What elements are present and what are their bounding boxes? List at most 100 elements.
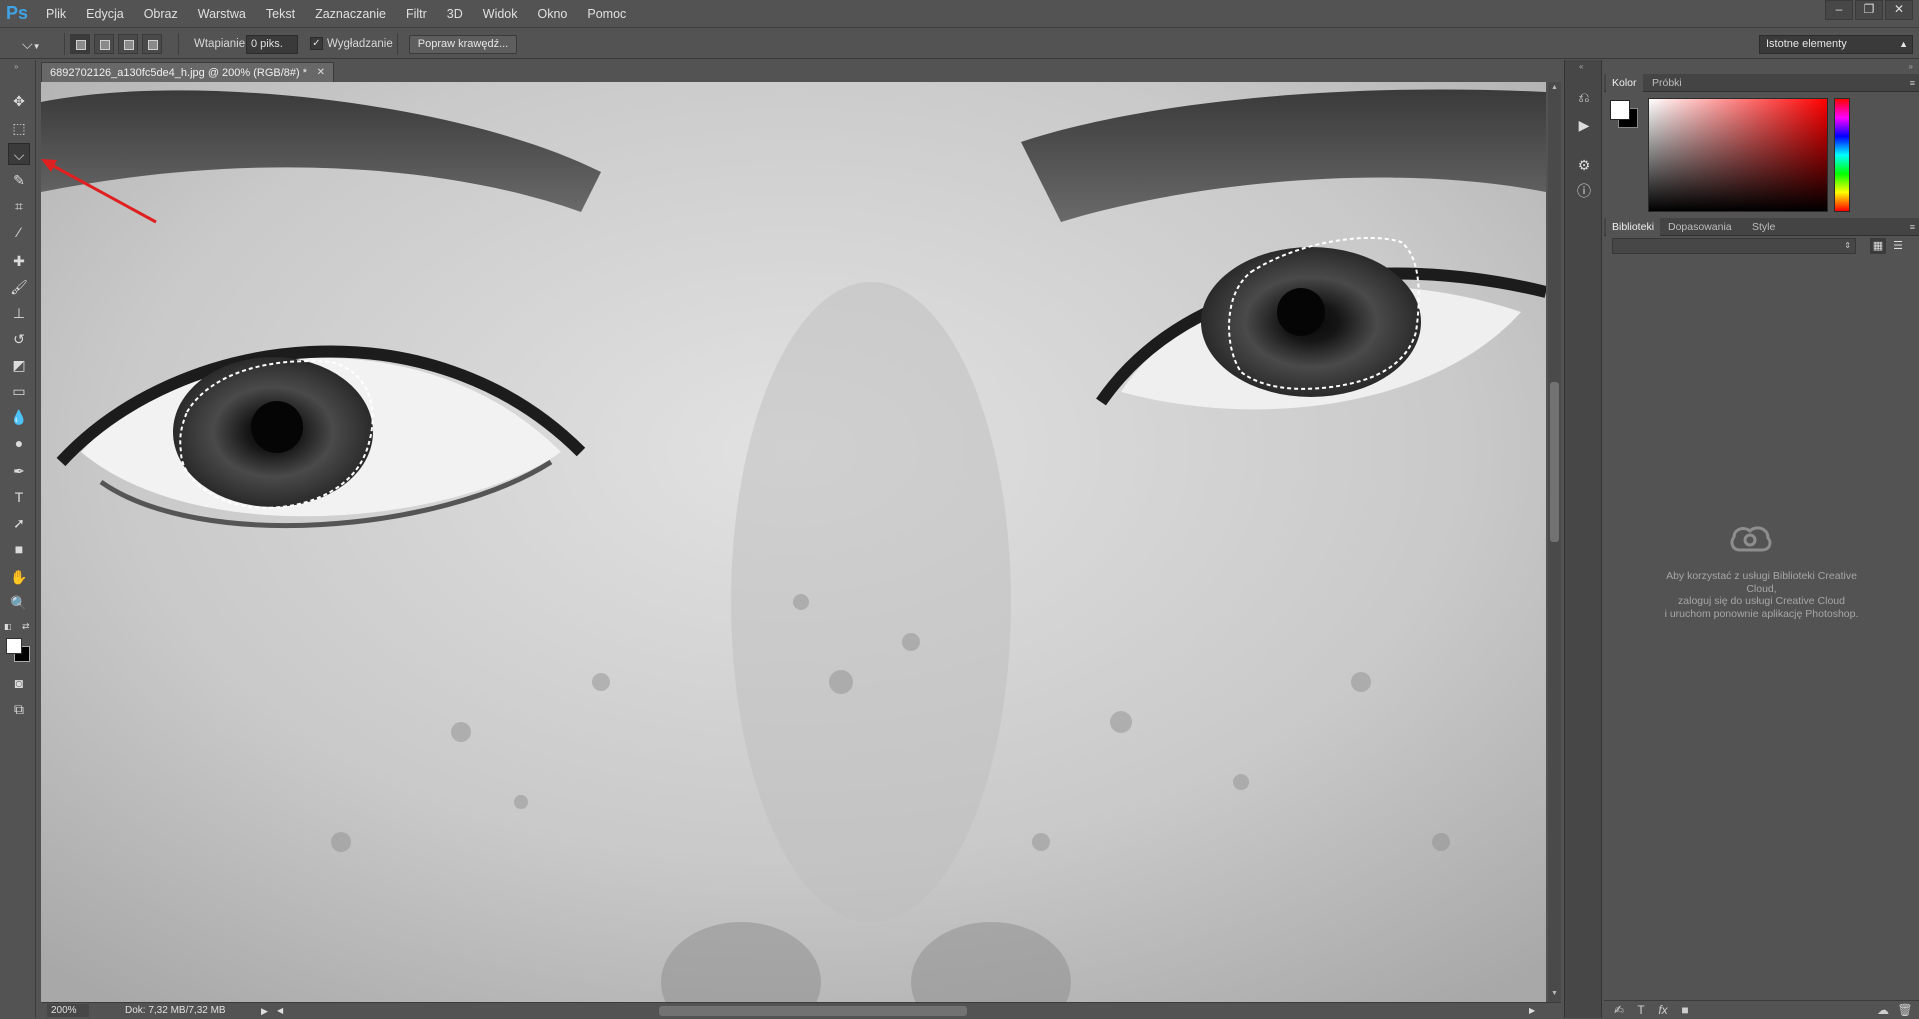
history-icon[interactable]: ⎌ [1573, 86, 1595, 108]
polygonal-lasso-tool-icon[interactable]: ⌵ [8, 143, 30, 165]
swap-colors-icon[interactable]: ⇄ [22, 621, 32, 631]
panel-menu-icon[interactable]: ≡ [1910, 74, 1915, 92]
add-to-selection-button[interactable] [94, 34, 114, 54]
close-tab-icon[interactable]: ✕ [317, 63, 325, 83]
hand-tool-icon[interactable]: ✋ [8, 566, 30, 588]
brush-tool-icon[interactable]: 🖌 [8, 276, 30, 298]
tab-adjustments[interactable]: Dopasowania [1662, 218, 1738, 236]
creative-cloud-icon [1728, 522, 1772, 552]
trash-icon[interactable]: 🗑 [1896, 1001, 1914, 1019]
menu-window[interactable]: Okno [538, 7, 568, 21]
gradient-tool-icon[interactable]: ▭ [8, 380, 30, 402]
menu-help[interactable]: Pomoc [587, 7, 626, 21]
move-tool-icon[interactable]: ✥ [8, 90, 30, 112]
foreground-color-swatch[interactable] [6, 638, 22, 654]
collapse-icon[interactable]: » [14, 62, 18, 71]
feather-input[interactable]: 0 piks. [246, 35, 298, 54]
healing-brush-tool-icon[interactable]: ✚ [8, 250, 30, 272]
new-selection-button[interactable] [70, 34, 90, 54]
zoom-field[interactable]: 200% [47, 1004, 89, 1017]
tab-styles[interactable]: Style [1746, 218, 1781, 236]
screen-mode-icon[interactable]: ⧉ [8, 698, 30, 720]
scroll-right-icon[interactable]: ▶ [1529, 1003, 1535, 1019]
color-panel [1604, 92, 1919, 232]
scroll-up-icon[interactable]: ▲ [1551, 84, 1558, 91]
menu-bar: Ps Plik Edycja Obraz Warstwa Tekst Zazna… [0, 0, 1919, 28]
document-canvas[interactable] [41, 82, 1546, 1002]
chevron-down-icon: ▼ [32, 42, 41, 51]
status-menu-icon[interactable]: ▶ [261, 1003, 268, 1019]
blur-tool-icon[interactable]: 💧 [8, 406, 30, 428]
intersect-selection-button[interactable] [142, 34, 162, 54]
minimize-icon[interactable]: – [1825, 0, 1853, 20]
scroll-down-icon[interactable]: ▼ [1551, 990, 1558, 997]
quick-selection-tool-icon[interactable]: ✎ [8, 169, 30, 191]
tool-preset-picker[interactable]: ⌵▼ [22, 34, 56, 54]
add-layer-style-icon[interactable]: fx [1654, 1001, 1672, 1019]
menu-3d[interactable]: 3D [447, 7, 463, 21]
menu-view[interactable]: Widok [483, 7, 518, 21]
hue-slider[interactable] [1834, 98, 1850, 212]
restore-icon[interactable]: ❐ [1855, 0, 1883, 20]
feather-label: Wtapianie: [194, 38, 249, 50]
antialias-checkbox[interactable]: ✓ [310, 37, 323, 50]
document-tab[interactable]: 6892702126_a130fc5de4_h.jpg @ 200% (RGB/… [41, 62, 334, 82]
panel-dock: « ⎌ ▶ ⚙ ⓘ [1564, 60, 1602, 1018]
subtract-from-selection-button[interactable] [118, 34, 138, 54]
tab-libraries[interactable]: Biblioteki [1606, 218, 1661, 236]
crop-tool-icon[interactable]: ⌗ [8, 195, 30, 217]
library-select[interactable]: ⇕ [1612, 238, 1856, 254]
vertical-scroll-thumb[interactable] [1550, 382, 1559, 542]
path-selection-tool-icon[interactable]: ➚ [8, 512, 30, 534]
grid-view-icon[interactable]: ▦ [1870, 238, 1886, 254]
type-tool-icon[interactable]: T [8, 486, 30, 508]
creative-cloud-message: Aby korzystać z usługi Biblioteki Creati… [1664, 570, 1859, 620]
zoom-tool-icon[interactable]: 🔍 [8, 592, 30, 614]
tab-color[interactable]: Kolor [1606, 74, 1643, 92]
menu-select[interactable]: Zaznaczanie [315, 7, 386, 21]
workspace-select[interactable]: Istotne elementy ▲ [1759, 35, 1913, 54]
marquee-tool-icon[interactable]: ⬚ [8, 117, 30, 139]
menu-layer[interactable]: Warstwa [198, 7, 246, 21]
separator [178, 33, 179, 55]
sync-icon[interactable]: ☁ [1874, 1001, 1892, 1019]
actions-play-icon[interactable]: ▶ [1573, 114, 1595, 136]
add-graphic-icon[interactable]: ✍ [1610, 1001, 1628, 1019]
vertical-scrollbar[interactable]: ▲ ▼ [1548, 82, 1561, 1002]
rectangle-tool-icon[interactable]: ■ [8, 538, 30, 560]
menu-filter[interactable]: Filtr [406, 7, 427, 21]
info-icon[interactable]: ⓘ [1573, 180, 1595, 202]
separator [64, 33, 65, 55]
collapse-panels-icon[interactable]: » [1909, 62, 1913, 71]
history-brush-tool-icon[interactable]: ↺ [8, 328, 30, 350]
menu-image[interactable]: Obraz [144, 7, 178, 21]
pen-tool-icon[interactable]: ✒ [8, 460, 30, 482]
list-view-icon[interactable]: ☰ [1890, 238, 1906, 254]
scroll-left-icon[interactable]: ◀ [277, 1003, 283, 1019]
menu-type[interactable]: Tekst [266, 7, 295, 21]
foreground-color-swatch[interactable] [1610, 100, 1630, 120]
horizontal-scroll-thumb[interactable] [659, 1006, 967, 1016]
add-color-icon[interactable]: ■ [1676, 1001, 1694, 1019]
clone-stamp-tool-icon[interactable]: ⊥ [8, 302, 30, 324]
refine-edge-button[interactable]: Popraw krawędź... [409, 35, 517, 54]
color-picker-field[interactable] [1648, 98, 1828, 212]
quick-mask-icon[interactable]: ◙ [8, 672, 30, 694]
eraser-tool-icon[interactable]: ◩ [8, 354, 30, 376]
collapse-icon[interactable]: « [1579, 62, 1583, 71]
libraries-footer: ✍ T fx ■ ☁ 🗑 [1604, 1000, 1919, 1018]
default-colors-icon[interactable]: ◧ [4, 622, 14, 632]
add-text-style-icon[interactable]: T [1632, 1001, 1650, 1019]
tab-swatches[interactable]: Próbki [1646, 74, 1688, 92]
tool-presets-icon[interactable]: ⚙ [1573, 154, 1595, 176]
panel-menu-icon[interactable]: ≡ [1910, 218, 1915, 236]
eyedropper-tool-icon[interactable]: ⁄ [8, 221, 30, 243]
menu-edit[interactable]: Edycja [86, 7, 124, 21]
dodge-tool-icon[interactable]: ● [8, 432, 30, 454]
color-panel-tabs: Kolor Próbki ≡ [1604, 74, 1919, 92]
document-info: Dok: 7,32 MB/7,32 MB [125, 1005, 226, 1016]
close-icon[interactable]: ✕ [1885, 0, 1913, 20]
document-title: 6892702126_a130fc5de4_h.jpg @ 200% (RGB/… [50, 67, 308, 79]
menu-file[interactable]: Plik [46, 7, 66, 21]
main-menu: Plik Edycja Obraz Warstwa Tekst Zaznacza… [46, 0, 646, 28]
